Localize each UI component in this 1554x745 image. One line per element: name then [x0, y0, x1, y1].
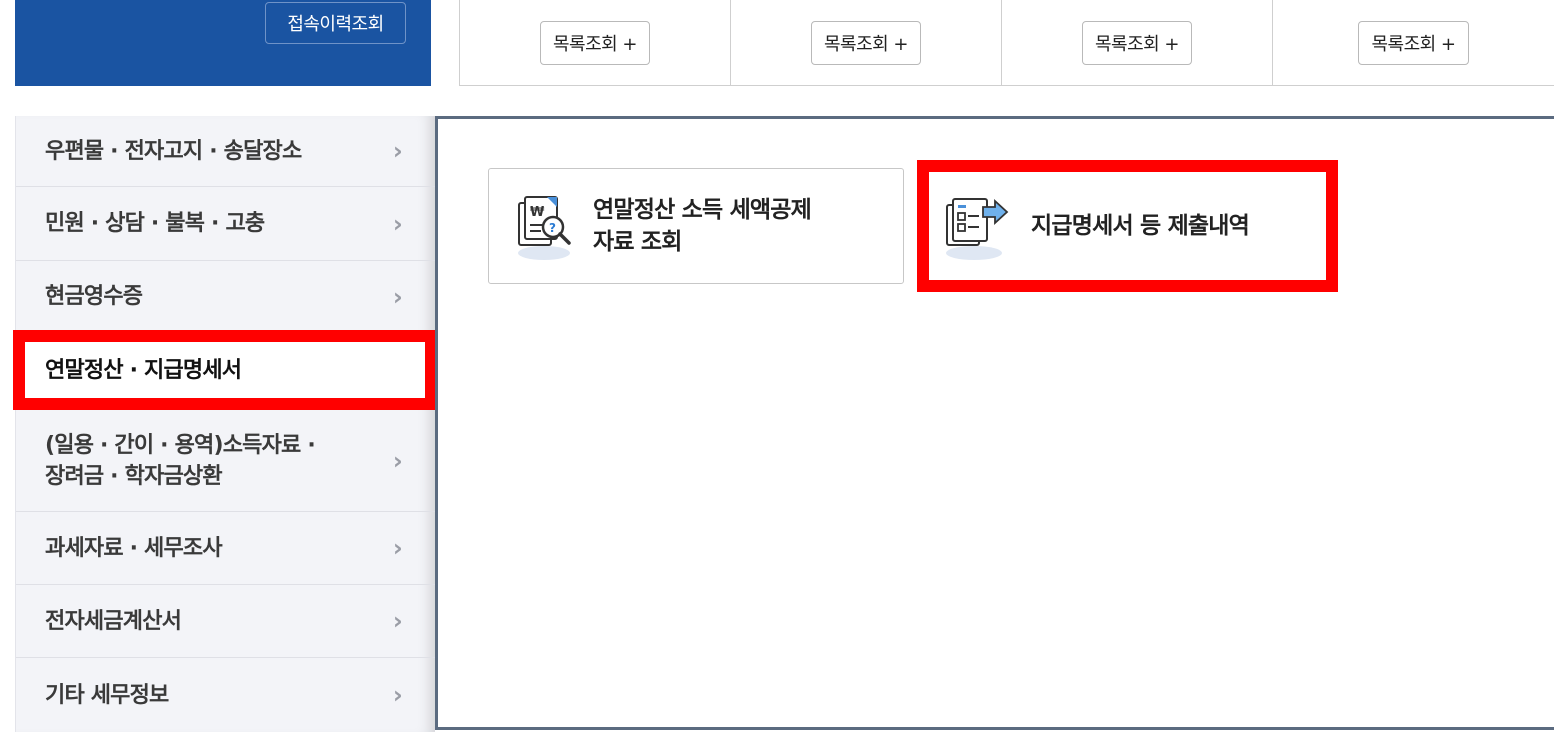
- sidebar-item-label-line2: 장려금 · 학자금상환: [45, 463, 223, 489]
- list-lookup-button[interactable]: 목록조회 +: [810, 21, 922, 65]
- chevron-right-icon: ›: [392, 209, 403, 238]
- svg-text:?: ?: [549, 221, 556, 235]
- card-title-line2: 자료 조회: [593, 229, 682, 255]
- quick-list-cell: 목록조회 +: [1002, 0, 1273, 85]
- sidebar-item-label: 과세자료 · 세무조사: [45, 535, 223, 561]
- sidebar-item-label-line1: (일용 · 간이 · 용역)소득자료 ·: [45, 432, 316, 458]
- chevron-right-icon: ›: [392, 282, 403, 311]
- chevron-right-icon: ›: [392, 681, 403, 709]
- chevron-right-icon: ›: [392, 446, 403, 475]
- page: 접속이력조회 목록조회 + 목록조회 + 목록조회 + 목록조회 + 우편물 ·…: [0, 0, 1554, 745]
- sidebar-item-mail[interactable]: 우편물 · 전자고지 · 송달장소 ›: [16, 116, 436, 187]
- sidebar-item-cash-receipt[interactable]: 현금영수증 ›: [16, 261, 436, 333]
- sidebar-item-year-end-settlement[interactable]: 연말정산 · 지급명세서: [13, 330, 437, 410]
- list-lookup-button[interactable]: 목록조회 +: [1081, 21, 1193, 65]
- sidebar-item-label: (일용 · 간이 · 용역)소득자료 · 장려금 · 학자금상환: [45, 430, 316, 492]
- chevron-right-icon: ›: [392, 534, 403, 562]
- sidebar-item-label: 전자세금계산서: [45, 608, 182, 634]
- chevron-right-icon: ›: [392, 607, 403, 635]
- quick-list-cell: 목록조회 +: [1273, 0, 1554, 85]
- access-history-button[interactable]: 접속이력조회: [265, 2, 406, 44]
- user-info-box: 접속이력조회: [15, 0, 431, 86]
- payment-statement-submission-card[interactable]: 지급명세서 등 제출내역: [917, 160, 1338, 292]
- card-title: 연말정산 소득 세액공제 자료 조회: [593, 194, 812, 258]
- document-send-icon: [937, 191, 1015, 261]
- sidebar-item-label: 우편물 · 전자고지 · 송달장소: [45, 138, 302, 164]
- deduction-data-lookup-card[interactable]: ₩ ? 연말정산 소득 세액공제 자료 조회: [488, 168, 904, 284]
- list-lookup-button[interactable]: 목록조회 +: [539, 21, 651, 65]
- content-panel: ₩ ? 연말정산 소득 세액공제 자료 조회 지급명세서 등 제출내역: [435, 116, 1554, 730]
- quick-list-row: 목록조회 + 목록조회 + 목록조회 + 목록조회 +: [459, 0, 1554, 86]
- chevron-right-icon: ›: [392, 137, 403, 165]
- sidebar-item-income-data[interactable]: (일용 · 간이 · 용역)소득자료 · 장려금 · 학자금상환 ›: [16, 410, 436, 512]
- sidebar-item-e-tax-invoice[interactable]: 전자세금계산서 ›: [16, 585, 436, 658]
- document-search-icon: ₩ ?: [505, 191, 583, 261]
- sidebar-item-tax-audit[interactable]: 과세자료 · 세무조사 ›: [16, 512, 436, 585]
- list-lookup-button[interactable]: 목록조회 +: [1358, 21, 1469, 65]
- sidebar-item-label: 기타 세무정보: [45, 682, 169, 708]
- svg-text:₩: ₩: [530, 205, 545, 220]
- quick-list-cell: 목록조회 +: [460, 0, 731, 85]
- sidebar-item-label: 현금영수증: [45, 284, 143, 309]
- quick-list-cell: 목록조회 +: [731, 0, 1002, 85]
- card-title-line1: 연말정산 소득 세액공제: [593, 197, 812, 223]
- card-title: 지급명세서 등 제출내역: [1031, 213, 1250, 239]
- category-sidebar: 우편물 · 전자고지 · 송달장소 › 민원 · 상담 · 불복 · 고충 › …: [13, 116, 437, 732]
- sidebar-item-other-tax-info[interactable]: 기타 세무정보 ›: [16, 658, 436, 732]
- sidebar-item-complaint[interactable]: 민원 · 상담 · 불복 · 고충 ›: [16, 187, 436, 261]
- sidebar-item-label: 연말정산 · 지급명세서: [45, 357, 242, 383]
- sidebar-item-label: 민원 · 상담 · 불복 · 고충: [45, 211, 265, 236]
